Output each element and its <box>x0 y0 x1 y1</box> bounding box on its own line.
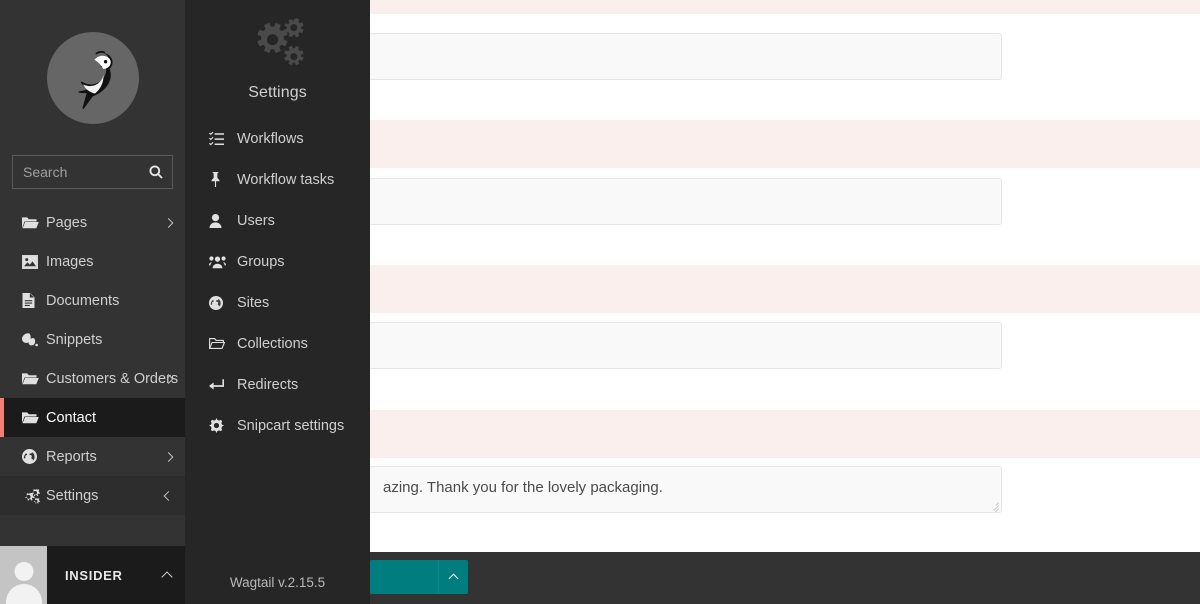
sidebar-item-customers-and-orders[interactable]: Customers & Orders <box>0 359 185 398</box>
group-icon <box>209 253 231 271</box>
save-dropdown-toggle[interactable] <box>438 560 468 594</box>
submenu-title: Settings <box>248 84 307 101</box>
sidebar-item-label: Reports <box>46 448 97 465</box>
save-button[interactable] <box>370 560 438 594</box>
sidebar-item-images[interactable]: Images <box>0 242 185 281</box>
chevron-up-icon[interactable] <box>161 571 173 583</box>
search-box[interactable] <box>12 155 173 189</box>
submenu-item-snipcart-settings[interactable]: Snipcart settings <box>185 405 370 446</box>
submenu-item-label: Collections <box>237 335 308 352</box>
search-icon[interactable] <box>149 165 163 179</box>
save-button-group <box>370 560 468 594</box>
settings-submenu-panel: Settings Workflows Workflow tasks Users <box>185 0 370 604</box>
submenu-item-label: Workflow tasks <box>237 171 335 188</box>
text-input-2[interactable] <box>368 178 1002 225</box>
wagtail-version-label: Wagtail v.2.15.5 <box>229 575 326 590</box>
sidebar-item-label: Snippets <box>46 331 103 348</box>
globe-icon <box>22 448 46 466</box>
main-sidebar: Pages Images Documents Snippets <box>0 0 185 604</box>
sidebar-item-reports[interactable]: Reports <box>0 437 185 476</box>
pin-icon <box>209 171 231 189</box>
sidebar-nav: Pages Images Documents Snippets Customer… <box>0 203 185 515</box>
cog-icon <box>209 417 231 435</box>
sidebar-item-label: Images <box>46 253 94 270</box>
submenu-item-label: Sites <box>237 294 270 311</box>
cogs-icon <box>185 16 370 76</box>
sidebar-item-contact[interactable]: Contact <box>0 398 185 437</box>
message-textarea-value: azing. Thank you for the lovely packagin… <box>383 479 663 496</box>
chevron-up-icon <box>448 573 459 584</box>
sidebar-item-label: Settings <box>46 487 99 504</box>
logo-area[interactable] <box>0 0 185 155</box>
redirect-arrow-icon <box>209 376 231 394</box>
sidebar-item-documents[interactable]: Documents <box>0 281 185 320</box>
chevron-right-icon[interactable] <box>163 217 174 228</box>
submenu-item-label: Groups <box>237 253 285 270</box>
submenu-item-list: Workflows Workflow tasks Users Groups Si… <box>185 118 370 446</box>
submenu-item-label: Workflows <box>237 130 304 147</box>
account-name: INSIDER <box>65 567 123 583</box>
sidebar-item-snippets[interactable]: Snippets <box>0 320 185 359</box>
sidebar-item-pages[interactable]: Pages <box>0 203 185 242</box>
submenu-item-collections[interactable]: Collections <box>185 323 370 364</box>
app-window: azing. Thank you for the lovely packagin… <box>0 0 1200 604</box>
sidebar-item-label: Contact <box>46 409 96 426</box>
submenu-item-groups[interactable]: Groups <box>185 241 370 282</box>
submenu-item-sites[interactable]: Sites <box>185 282 370 323</box>
chevron-left-icon[interactable] <box>163 490 174 501</box>
account-menu[interactable]: INSIDER <box>0 546 185 604</box>
submenu-header: Settings <box>185 0 370 102</box>
submenu-item-workflows[interactable]: Workflows <box>185 118 370 159</box>
submenu-item-workflow-tasks[interactable]: Workflow tasks <box>185 159 370 200</box>
submenu-item-redirects[interactable]: Redirects <box>185 364 370 405</box>
text-input-1[interactable] <box>368 33 1002 80</box>
folder-open-icon <box>22 409 46 427</box>
tasks-list-icon <box>209 130 231 148</box>
sidebar-item-label: Customers & Orders <box>46 370 179 387</box>
chevron-right-icon[interactable] <box>163 373 174 384</box>
chevron-right-icon[interactable] <box>163 451 174 462</box>
folder-outline-icon <box>209 335 231 353</box>
user-icon <box>209 212 231 230</box>
sidebar-item-label: Documents <box>46 292 120 309</box>
submenu-item-label: Users <box>237 212 275 229</box>
snippet-icon <box>22 331 46 349</box>
cogs-icon <box>22 487 46 505</box>
sidebar-item-label: Pages <box>46 214 88 231</box>
submenu-item-label: Redirects <box>237 376 299 393</box>
submenu-item-users[interactable]: Users <box>185 200 370 241</box>
folder-open-icon <box>22 370 46 388</box>
document-icon <box>22 292 46 310</box>
resize-handle-icon[interactable] <box>987 498 999 512</box>
image-icon <box>22 253 46 271</box>
globe-icon <box>209 294 231 312</box>
folder-open-icon <box>22 214 46 232</box>
message-textarea[interactable]: azing. Thank you for the lovely packagin… <box>368 466 1002 513</box>
text-input-3[interactable] <box>368 322 1002 369</box>
sidebar-item-settings[interactable]: Settings <box>0 476 185 515</box>
wagtail-bird-logo <box>46 31 139 124</box>
sidebar-spacer <box>0 518 185 546</box>
user-avatar-icon <box>0 546 47 604</box>
submenu-item-label: Snipcart settings <box>237 417 345 434</box>
